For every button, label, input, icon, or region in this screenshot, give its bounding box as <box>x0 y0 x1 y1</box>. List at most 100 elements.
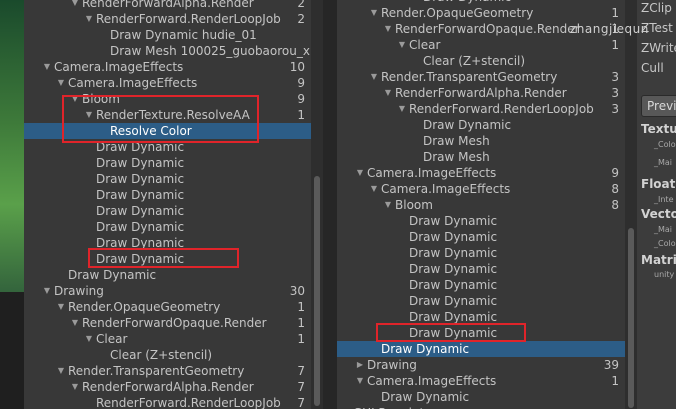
tree-row-draw-dynamic[interactable]: Draw Dynamic <box>24 171 311 187</box>
tree-row-bloom[interactable]: ▼ Bloom 8 <box>337 197 625 213</box>
right-scrollbar-thumb[interactable] <box>628 228 634 408</box>
tree-row-draw-dynamic[interactable]: Draw Dynamic <box>24 187 311 203</box>
tree-row-camera-imageeffects[interactable]: ▼ Camera.ImageEffects 9 <box>24 75 311 91</box>
expand-arrow-down-icon[interactable]: ▼ <box>42 283 52 299</box>
tree-row-label: RenderForward.RenderLoopJob <box>96 396 281 409</box>
tree-row-clear-z-stencil[interactable]: Clear (Z+stencil) <box>24 347 311 363</box>
draw-call-count: 3 <box>611 102 619 116</box>
zwrite-label: ZWrite <box>641 41 676 55</box>
expand-arrow-down-icon[interactable]: ▼ <box>42 59 52 75</box>
expand-arrow-down-icon[interactable]: ▼ <box>397 101 407 117</box>
tree-row-draw-dynamic[interactable]: Draw Dynamic <box>337 389 625 405</box>
tree-row-renderforward-renderloopjob[interactable]: ▼ RenderForward.RenderLoopJob 3 <box>337 101 625 117</box>
tree-row-label: Draw Dynamic <box>96 220 185 234</box>
preview-button[interactable]: Previ <box>641 95 676 117</box>
expand-arrow-down-icon[interactable]: ▼ <box>369 69 379 85</box>
left-frame-debugger-tree[interactable]: ▼ RenderForwardAlpha.Render 2 ▼ RenderForwar… <box>24 0 311 409</box>
tree-row-draw-dynamic[interactable]: Draw Dynamic <box>337 117 625 133</box>
expand-arrow-down-icon[interactable]: ▼ <box>56 75 66 91</box>
tree-row-draw-dynamic[interactable]: Draw Dynamic <box>337 341 625 357</box>
expand-arrow-down-icon[interactable]: ▼ <box>383 21 393 37</box>
tree-row-label: Draw Dynamic <box>423 118 512 132</box>
tree-row-renderforward-renderloopjob[interactable]: RenderForward.RenderLoopJob 7 <box>24 395 311 409</box>
right-frame-debugger-tree[interactable]: Draw Dynamic▼Render.OpaqueGeometry1▼Rend… <box>337 0 625 409</box>
tree-row-clear[interactable]: ▼ Clear 1 <box>24 331 311 347</box>
tree-row-render-transparentgeometry[interactable]: ▼ Render.TransparentGeometry 3 <box>337 69 625 85</box>
tree-row-camera-imageeffects[interactable]: ▼ Camera.ImageEffects 9 <box>337 165 625 181</box>
tree-row-label: Render.OpaqueGeometry <box>381 6 534 20</box>
textures-header: Textu <box>641 122 676 136</box>
expand-arrow-down-icon[interactable]: ▼ <box>56 299 66 315</box>
tree-row-renderforwardalpha-render[interactable]: ▼ RenderForwardAlpha.Render 2 <box>24 0 311 11</box>
expand-arrow-down-icon[interactable]: ▼ <box>84 11 94 27</box>
texture-property: _Colo <box>654 140 676 149</box>
tree-row-drawing[interactable]: ▶ Drawing 39 <box>337 357 625 373</box>
tree-row-label: Clear <box>96 332 128 346</box>
draw-call-count: 9 <box>297 92 305 106</box>
expand-arrow-down-icon[interactable]: ▼ <box>84 331 94 347</box>
tree-row-clear[interactable]: ▼ Clear 1 <box>337 37 625 53</box>
tree-row-draw-dynamic[interactable]: Draw Dynamic <box>337 245 625 261</box>
tree-row-draw-dynamic[interactable]: Draw Dynamic <box>337 261 625 277</box>
tree-row-draw-dynamic[interactable]: Draw Dynamic <box>337 277 625 293</box>
tree-row-label: Render.OpaqueGeometry <box>68 300 221 314</box>
collapse-arrow-right-icon[interactable]: ▶ <box>355 357 365 373</box>
tree-row-camera-imageeffects[interactable]: ▼ Camera.ImageEffects 8 <box>337 181 625 197</box>
tree-row-draw-mesh[interactable]: Draw Mesh <box>337 149 625 165</box>
tree-row-draw-dynamic[interactable]: Draw Dynamic <box>337 213 625 229</box>
draw-call-count: 1 <box>611 374 619 388</box>
left-scrollbar-thumb[interactable] <box>314 176 320 406</box>
tree-row-label: Draw Dynamic <box>409 246 498 260</box>
tree-row-clear-z-stencil[interactable]: Clear (Z+stencil) <box>337 53 625 69</box>
left-tree-scrollbar[interactable] <box>311 0 323 409</box>
tree-row-renderforward-renderloopjob[interactable]: ▼ RenderForward.RenderLoopJob 2 <box>24 11 311 27</box>
expand-arrow-down-icon[interactable]: ▼ <box>383 85 393 101</box>
watermark: zhangjiequn <box>570 22 649 36</box>
tree-row-label: RenderForwardAlpha.Render <box>82 0 254 10</box>
tree-row-label: Camera.ImageEffects <box>367 166 497 180</box>
tree-row-label: Draw Mesh 100025_guobaorou_xuy <box>110 44 311 58</box>
expand-arrow-down-icon[interactable]: ▼ <box>70 315 80 331</box>
expand-arrow-down-icon[interactable]: ▼ <box>70 379 80 395</box>
expand-arrow-down-icon[interactable]: ▼ <box>369 5 379 21</box>
tree-row-camera-imageeffects[interactable]: ▼ Camera.ImageEffects 1 <box>337 373 625 389</box>
tree-row-draw-dynamic[interactable]: Draw Dynamic <box>337 293 625 309</box>
tree-row-draw-dynamic[interactable]: Draw Dynamic <box>24 267 311 283</box>
expand-arrow-down-icon[interactable]: ▼ <box>70 0 80 11</box>
tree-row-draw-dynamic[interactable]: Draw Dynamic <box>24 155 311 171</box>
tree-row-label: Draw Dynamic <box>68 268 157 282</box>
draw-call-count: 3 <box>611 86 619 100</box>
vector-property: _Mai <box>654 225 673 234</box>
expand-arrow-down-icon[interactable]: ▼ <box>355 165 365 181</box>
tree-row-renderforwardalpha-render[interactable]: ▼ RenderForwardAlpha.Render 3 <box>337 85 625 101</box>
tree-row-draw-dynamic[interactable]: Draw Dynamic <box>24 203 311 219</box>
tree-row-label: RenderForwardOpaque.Render <box>395 22 580 36</box>
tree-row-label: RenderForward.RenderLoopJob <box>409 102 594 116</box>
expand-arrow-down-icon[interactable]: ▼ <box>397 37 407 53</box>
scene-view-thumbnail <box>0 0 24 409</box>
tree-row-render-opaquegeometry[interactable]: ▼ Render.OpaqueGeometry 1 <box>337 5 625 21</box>
draw-call-count: 1 <box>297 300 305 314</box>
expand-arrow-down-icon[interactable]: ▼ <box>369 181 379 197</box>
tree-row-label: Draw Dynamic <box>381 390 470 404</box>
tree-row-draw-dynamic[interactable]: Draw Dynamic <box>24 219 311 235</box>
scene-view-dark-area <box>0 292 24 409</box>
tree-row-label: Clear (Z+stencil) <box>110 348 213 362</box>
expand-arrow-down-icon[interactable]: ▼ <box>56 363 66 379</box>
right-tree-scrollbar[interactable] <box>625 0 637 409</box>
tree-row-camera-imageeffects[interactable]: ▼ Camera.ImageEffects 10 <box>24 59 311 75</box>
tree-row-label: Clear <box>409 38 441 52</box>
expand-arrow-down-icon[interactable]: ▼ <box>355 373 365 389</box>
tree-row-gui-repaint[interactable]: GUI.Repaint <box>337 405 625 409</box>
tree-row-renderforwardalpha-render[interactable]: ▼ RenderForwardAlpha.Render 7 <box>24 379 311 395</box>
tree-row-draw-dynamic[interactable]: Draw Dynamic <box>337 229 625 245</box>
matrices-header: Matric <box>641 253 676 267</box>
tree-row-draw-mesh-100025-guobaorou-xuy[interactable]: Draw Mesh 100025_guobaorou_xuy <box>24 43 311 59</box>
tree-row-drawing[interactable]: ▼ Drawing 30 <box>24 283 311 299</box>
expand-arrow-down-icon[interactable]: ▼ <box>383 197 393 213</box>
tree-row-draw-mesh[interactable]: Draw Mesh <box>337 133 625 149</box>
tree-row-render-opaquegeometry[interactable]: ▼ Render.OpaqueGeometry 1 <box>24 299 311 315</box>
tree-row-renderforwardopaque-render[interactable]: ▼ RenderForwardOpaque.Render 1 <box>24 315 311 331</box>
tree-row-draw-dynamic-hudie-01[interactable]: Draw Dynamic hudie_01 <box>24 27 311 43</box>
tree-row-render-transparentgeometry[interactable]: ▼ Render.TransparentGeometry 7 <box>24 363 311 379</box>
